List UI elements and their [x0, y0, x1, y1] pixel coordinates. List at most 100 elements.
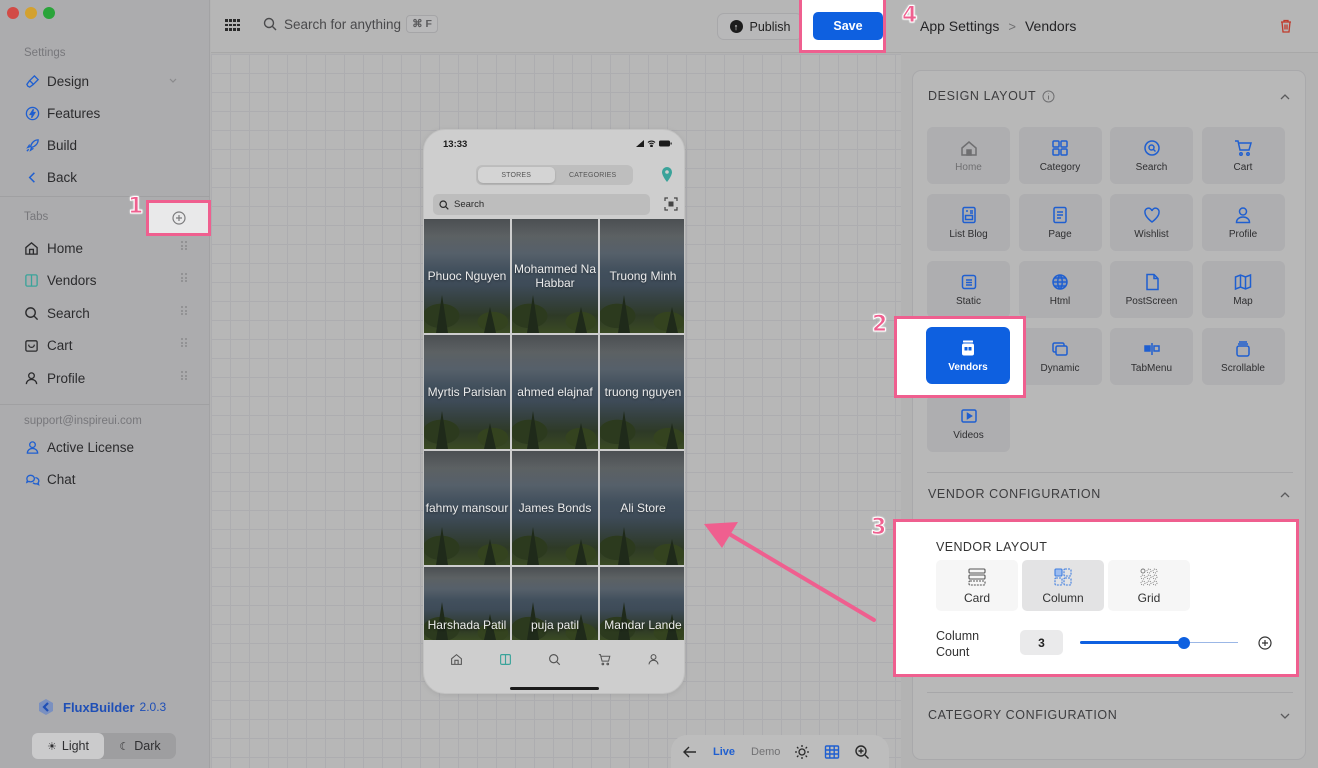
vendor-card[interactable]: Mandar Lande [600, 567, 684, 640]
theme-light-button[interactable]: ☀ Light [32, 733, 104, 759]
sidebar-item-active-license[interactable]: Active License [24, 434, 196, 460]
vendor-card[interactable]: puja patil [512, 567, 598, 640]
sidebar-tab-home[interactable]: Home [23, 235, 193, 261]
close-window-button[interactable] [7, 7, 19, 19]
vendor-config-header: VENDOR CONFIGURATION [928, 487, 1101, 501]
vendor-card[interactable]: fahmy mansour [424, 451, 510, 565]
vendor-grid: Phuoc Nguyen Mohammed Na Habbar Truong Min… [424, 219, 684, 640]
layout-tile-search[interactable]: Search [1110, 127, 1193, 184]
layout-tile-home[interactable]: Home [927, 127, 1010, 184]
location-pin-icon[interactable] [661, 167, 673, 182]
vendor-layout-column[interactable]: Column [1022, 560, 1104, 611]
zoom-in-icon[interactable] [854, 744, 870, 760]
sidebar-item-design[interactable]: Design [24, 68, 196, 94]
vendor-name: Myrtis Parisian [427, 385, 507, 399]
vendor-card[interactable]: ahmed elajnaf [512, 335, 598, 449]
layout-tile-vendors[interactable]: Vendors [926, 327, 1010, 384]
save-button[interactable]: Save [813, 12, 883, 40]
sidebar-tab-search[interactable]: Search [23, 300, 193, 326]
vendor-card[interactable]: truong nguyen [600, 335, 684, 449]
plus-circle-icon[interactable] [1258, 636, 1272, 650]
layout-tile-scrollable[interactable]: Scrollable [1201, 328, 1285, 385]
drag-handle-icon[interactable] [181, 273, 187, 283]
global-search-input[interactable]: Search for anything ⌘ F [263, 15, 438, 33]
drag-handle-icon[interactable] [181, 241, 187, 251]
add-tab-button[interactable] [146, 200, 211, 236]
live-mode-button[interactable]: Live [713, 746, 735, 758]
maximize-window-button[interactable] [43, 7, 55, 19]
layout-tile-html[interactable]: Html [1018, 261, 1102, 318]
publish-button[interactable]: ↑ Publish [717, 13, 803, 40]
panel-divider [927, 692, 1293, 693]
section-title: DESIGN LAYOUT [928, 89, 1037, 103]
annotation-3: 3 [870, 515, 887, 541]
drag-handle-icon[interactable] [181, 371, 187, 381]
demo-mode-button[interactable]: Demo [751, 746, 780, 758]
layout-tile-postscreen[interactable]: PostScreen [1110, 261, 1193, 318]
brightness-icon[interactable] [794, 744, 810, 760]
tile-label: Cart [1233, 161, 1253, 173]
phone-search-input[interactable]: Search [433, 194, 650, 215]
nav-home-icon[interactable] [450, 653, 463, 666]
scan-icon[interactable] [664, 197, 678, 211]
layout-tile-static[interactable]: Static [927, 261, 1010, 318]
theme-dark-button[interactable]: ☾ Dark [104, 733, 176, 759]
segment-stores[interactable]: STORES [478, 167, 555, 183]
page-icon [1053, 206, 1067, 223]
nav-search-icon[interactable] [548, 653, 561, 666]
vendor-card[interactable]: Truong Minh [600, 219, 684, 333]
layout-tile-category[interactable]: Category [1018, 127, 1102, 184]
vendor-layout-card[interactable]: Card [936, 560, 1018, 611]
vendor-card[interactable]: Phuoc Nguyen [424, 219, 510, 333]
drag-handle-icon[interactable] [181, 338, 187, 348]
tree-decoration [618, 411, 630, 449]
trash-icon[interactable] [1278, 18, 1294, 34]
tab-label: Vendors [47, 272, 97, 288]
vendor-card[interactable]: Myrtis Parisian [424, 335, 510, 449]
grid-toggle-icon[interactable] [824, 744, 840, 760]
back-arrow-icon[interactable] [683, 746, 697, 758]
apps-grid-icon[interactable] [225, 19, 240, 31]
vendor-card[interactable]: Harshada Patil [424, 567, 510, 640]
vendor-card[interactable]: James Bonds [512, 451, 598, 565]
layout-tile-map[interactable]: Map [1201, 261, 1285, 318]
layout-tile-tabmenu[interactable]: TabMenu [1110, 328, 1193, 385]
nav-cart-icon[interactable] [598, 653, 611, 666]
chevron-down-icon[interactable] [1279, 710, 1291, 722]
vendor-card[interactable]: Mohammed Na Habbar [512, 219, 598, 333]
sidebar-item-chat[interactable]: Chat [24, 466, 196, 492]
vendor-card[interactable]: Ali Store [600, 451, 684, 565]
sidebar-tab-cart[interactable]: Cart [23, 332, 193, 358]
minimize-window-button[interactable] [25, 7, 37, 19]
column-count-input[interactable]: 3 [1020, 630, 1063, 655]
segment-categories[interactable]: CATEGORIES [555, 167, 632, 183]
search-placeholder: Search for anything [284, 16, 402, 32]
info-icon[interactable] [1042, 90, 1055, 103]
vendor-name: puja patil [530, 618, 580, 632]
nav-profile-icon[interactable] [647, 653, 660, 666]
vendor-name: James Bonds [518, 501, 592, 515]
layout-tile-page[interactable]: Page [1018, 194, 1102, 251]
layout-tile-videos[interactable]: Videos [927, 395, 1010, 452]
chevron-down-icon[interactable] [168, 73, 178, 88]
column-count-slider[interactable] [1080, 636, 1238, 650]
drag-handle-icon[interactable] [181, 306, 187, 316]
sidebar-tab-profile[interactable]: Profile [23, 365, 193, 391]
nav-vendors-icon[interactable] [499, 653, 512, 666]
layout-tile-list-blog[interactable]: List Blog [927, 194, 1010, 251]
slider-knob[interactable] [1178, 637, 1191, 649]
sidebar-item-features[interactable]: Features [24, 100, 196, 126]
vendor-layout-grid[interactable]: Grid [1108, 560, 1190, 611]
layout-tile-cart[interactable]: Cart [1201, 127, 1285, 184]
sidebar-tab-vendors[interactable]: Vendors [23, 267, 193, 293]
breadcrumb-app-settings[interactable]: App Settings [920, 18, 999, 34]
layout-tile-wishlist[interactable]: Wishlist [1110, 194, 1193, 251]
tile-label: Search [1135, 161, 1168, 173]
sidebar-item-build[interactable]: Build [24, 132, 196, 158]
theme-label: Light [61, 739, 89, 753]
chevron-up-icon[interactable] [1279, 91, 1291, 103]
sidebar-item-back[interactable]: Back [24, 164, 196, 190]
chevron-up-icon[interactable] [1279, 489, 1291, 501]
layout-tile-profile[interactable]: Profile [1201, 194, 1285, 251]
layout-tile-dynamic[interactable]: Dynamic [1018, 328, 1102, 385]
